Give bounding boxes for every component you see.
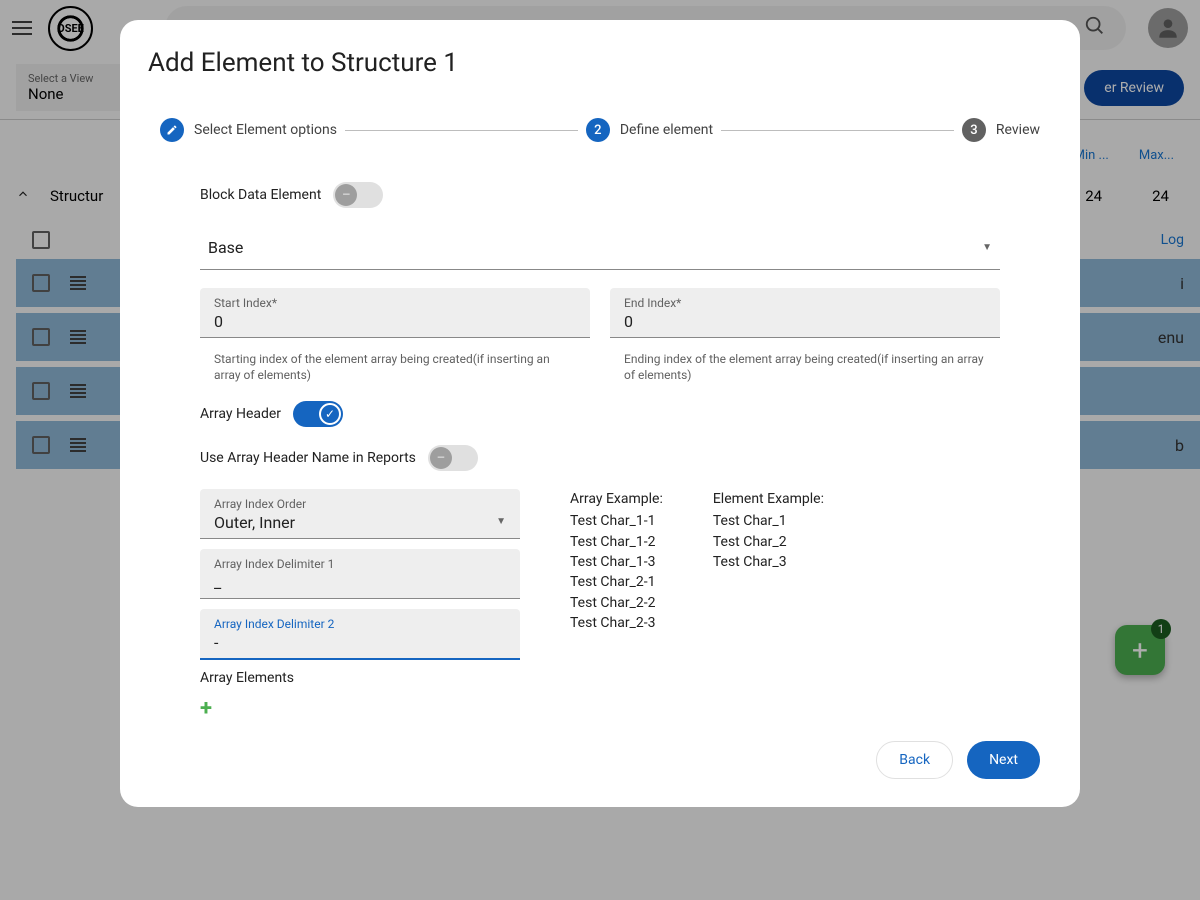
- element-example-col: Element Example: Test Char_1 Test Char_2…: [713, 489, 824, 721]
- array-example-col: Array Example: Test Char_1-1 Test Char_1…: [570, 489, 663, 721]
- add-element-modal: Add Element to Structure 1 Select Elemen…: [120, 20, 1080, 807]
- step-2: 2 Define element: [586, 118, 713, 142]
- array-index-order-select[interactable]: Array Index Order Outer, Inner ▼: [200, 489, 520, 539]
- step-1-label: Select Element options: [194, 122, 337, 138]
- chevron-down-icon: ▼: [496, 516, 506, 527]
- delimiter-1-field[interactable]: Array Index Delimiter 1 _: [200, 549, 520, 599]
- block-data-row: Block Data Element: [200, 182, 1000, 208]
- modal-body: Block Data Element Base ▼ Start Index* 0…: [120, 162, 1080, 721]
- end-index-hint: Ending index of the element array being …: [610, 352, 1000, 383]
- element-example-header: Element Example:: [713, 489, 824, 509]
- array-index-order-label: Array Index Order: [214, 497, 506, 511]
- element-example-item: Test Char_3: [713, 552, 824, 572]
- end-index-field[interactable]: End Index* 0: [610, 288, 1000, 338]
- modal-title: Add Element to Structure 1: [120, 48, 1080, 98]
- next-button[interactable]: Next: [967, 741, 1040, 779]
- step-line: [345, 130, 578, 131]
- use-array-header-label: Use Array Header Name in Reports: [200, 450, 416, 466]
- array-elements-label: Array Elements: [200, 670, 520, 686]
- use-array-header-row: Use Array Header Name in Reports: [200, 445, 1000, 471]
- pencil-icon: [160, 118, 184, 142]
- step-line: [721, 130, 954, 131]
- delimiter-1-value: _: [214, 573, 506, 592]
- array-example-item: Test Char_2-1: [570, 572, 663, 592]
- step-3: 3 Review: [962, 118, 1040, 142]
- base-select-value: Base: [208, 238, 982, 257]
- modal-overlay: Add Element to Structure 1 Select Elemen…: [0, 0, 1200, 900]
- start-index-label: Start Index*: [214, 296, 576, 310]
- array-example-header: Array Example:: [570, 489, 663, 509]
- step-1: Select Element options: [160, 118, 337, 142]
- element-example-item: Test Char_1: [713, 511, 824, 531]
- base-select[interactable]: Base ▼: [200, 226, 1000, 270]
- add-array-element-button[interactable]: +: [200, 696, 520, 721]
- stepper: Select Element options 2 Define element …: [120, 98, 1080, 162]
- step-2-icon: 2: [586, 118, 610, 142]
- back-button[interactable]: Back: [876, 741, 953, 779]
- array-example-item: Test Char_1-2: [570, 532, 663, 552]
- use-array-header-toggle[interactable]: [428, 445, 478, 471]
- array-example-item: Test Char_1-1: [570, 511, 663, 531]
- array-header-toggle[interactable]: [293, 401, 343, 427]
- array-header-row: Array Header: [200, 401, 1000, 427]
- step-2-label: Define element: [620, 122, 713, 138]
- step-3-label: Review: [996, 122, 1040, 138]
- element-example-item: Test Char_2: [713, 532, 824, 552]
- start-index-hint: Starting index of the element array bein…: [200, 352, 590, 383]
- delimiter-1-label: Array Index Delimiter 1: [214, 557, 506, 571]
- array-index-order-value: Outer, Inner: [214, 513, 496, 532]
- delimiter-2-field[interactable]: Array Index Delimiter 2 -: [200, 609, 520, 660]
- array-header-label: Array Header: [200, 406, 281, 422]
- block-data-label: Block Data Element: [200, 187, 321, 203]
- array-example-item: Test Char_1-3: [570, 552, 663, 572]
- start-index-field[interactable]: Start Index* 0: [200, 288, 590, 338]
- end-index-value: 0: [624, 312, 986, 331]
- array-example-item: Test Char_2-3: [570, 613, 663, 633]
- modal-footer: Back Next: [120, 721, 1080, 779]
- delimiter-2-label: Array Index Delimiter 2: [214, 617, 506, 631]
- chevron-down-icon: ▼: [982, 242, 992, 253]
- end-index-label: End Index*: [624, 296, 986, 310]
- step-3-icon: 3: [962, 118, 986, 142]
- start-index-value: 0: [214, 312, 576, 331]
- delimiter-2-value: -: [214, 633, 506, 652]
- block-data-toggle[interactable]: [333, 182, 383, 208]
- array-example-item: Test Char_2-2: [570, 593, 663, 613]
